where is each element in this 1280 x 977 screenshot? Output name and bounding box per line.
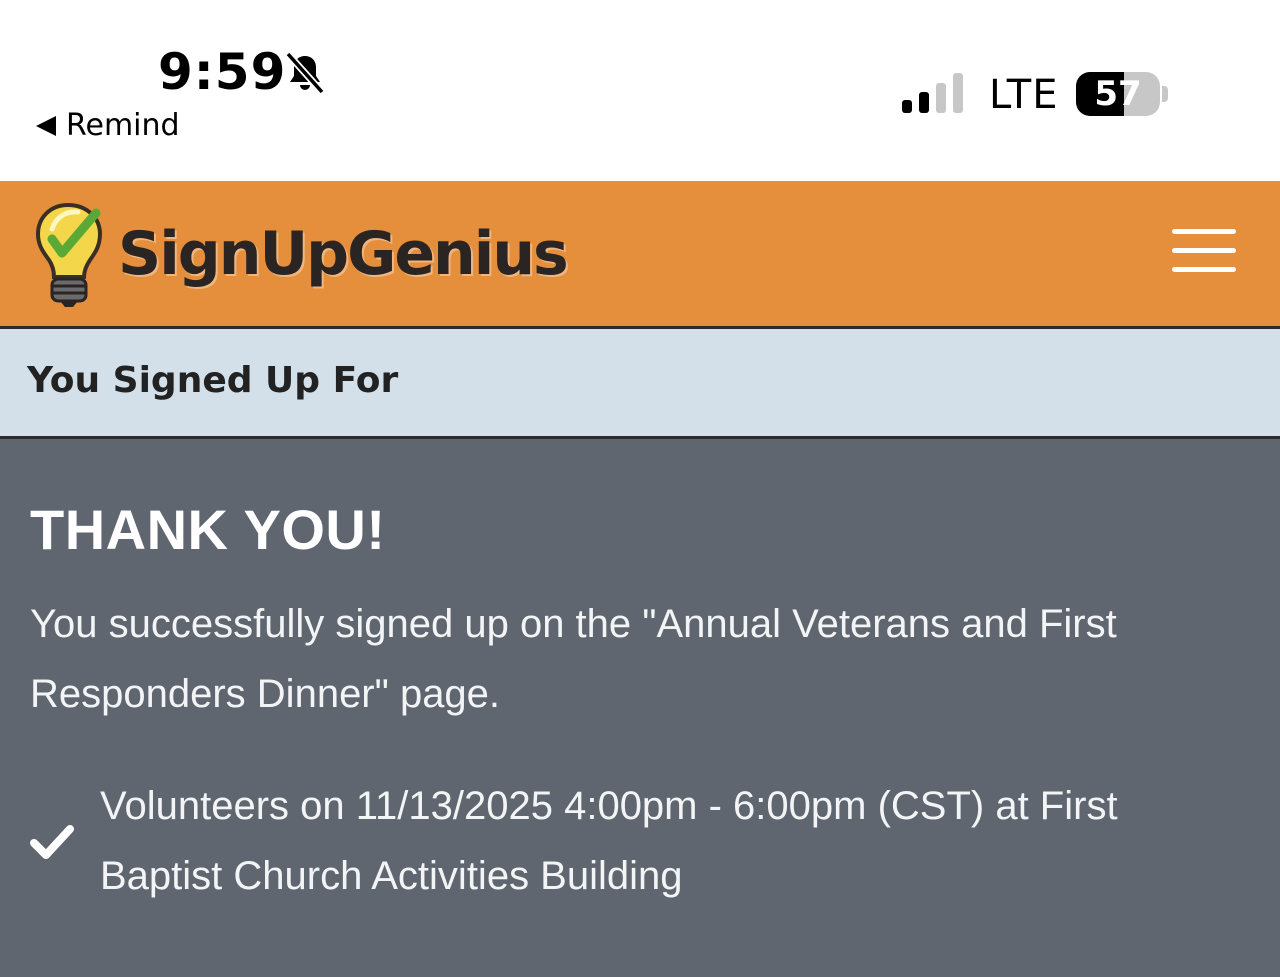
lightbulb-check-icon bbox=[35, 202, 103, 307]
cellular-signal-icon bbox=[902, 73, 963, 113]
thank-you-heading: THANK YOU! bbox=[30, 498, 386, 561]
hamburger-menu-icon[interactable] bbox=[1172, 229, 1236, 273]
back-link-label: Remind bbox=[66, 108, 180, 143]
checkmark-icon bbox=[30, 825, 74, 859]
confirmation-message: You successfully signed up on the "Annua… bbox=[30, 602, 1117, 716]
site-header: SignUpGenius bbox=[0, 181, 1280, 329]
menu-line bbox=[1172, 248, 1236, 253]
back-triangle-icon bbox=[36, 115, 56, 136]
section-title: You Signed Up For bbox=[27, 360, 399, 401]
back-to-remind-link[interactable]: Remind bbox=[36, 108, 180, 143]
confirmation-panel: THANK YOU! You successfully signed up on… bbox=[0, 439, 1280, 977]
section-heading-bar: You Signed Up For bbox=[0, 329, 1280, 439]
menu-line bbox=[1172, 267, 1236, 272]
logo-wordmark: SignUpGenius bbox=[118, 219, 569, 289]
bell-slash-icon bbox=[285, 51, 325, 95]
signup-item-text: Volunteers on 11/13/2025 4:00pm - 6:00pm… bbox=[100, 784, 1118, 898]
signup-list-item: Volunteers on 11/13/2025 4:00pm - 6:00pm… bbox=[30, 771, 1250, 911]
signupgenius-logo[interactable]: SignUpGenius bbox=[30, 199, 569, 309]
battery-indicator: 57 bbox=[1076, 72, 1160, 116]
status-time: 9:59 bbox=[158, 43, 287, 101]
battery-percent: 57 bbox=[1094, 74, 1142, 114]
menu-line bbox=[1172, 229, 1236, 234]
battery-cap bbox=[1162, 86, 1168, 102]
network-type: LTE bbox=[989, 72, 1059, 118]
status-bar: 9:59 Remind LTE 57 bbox=[0, 0, 1280, 181]
